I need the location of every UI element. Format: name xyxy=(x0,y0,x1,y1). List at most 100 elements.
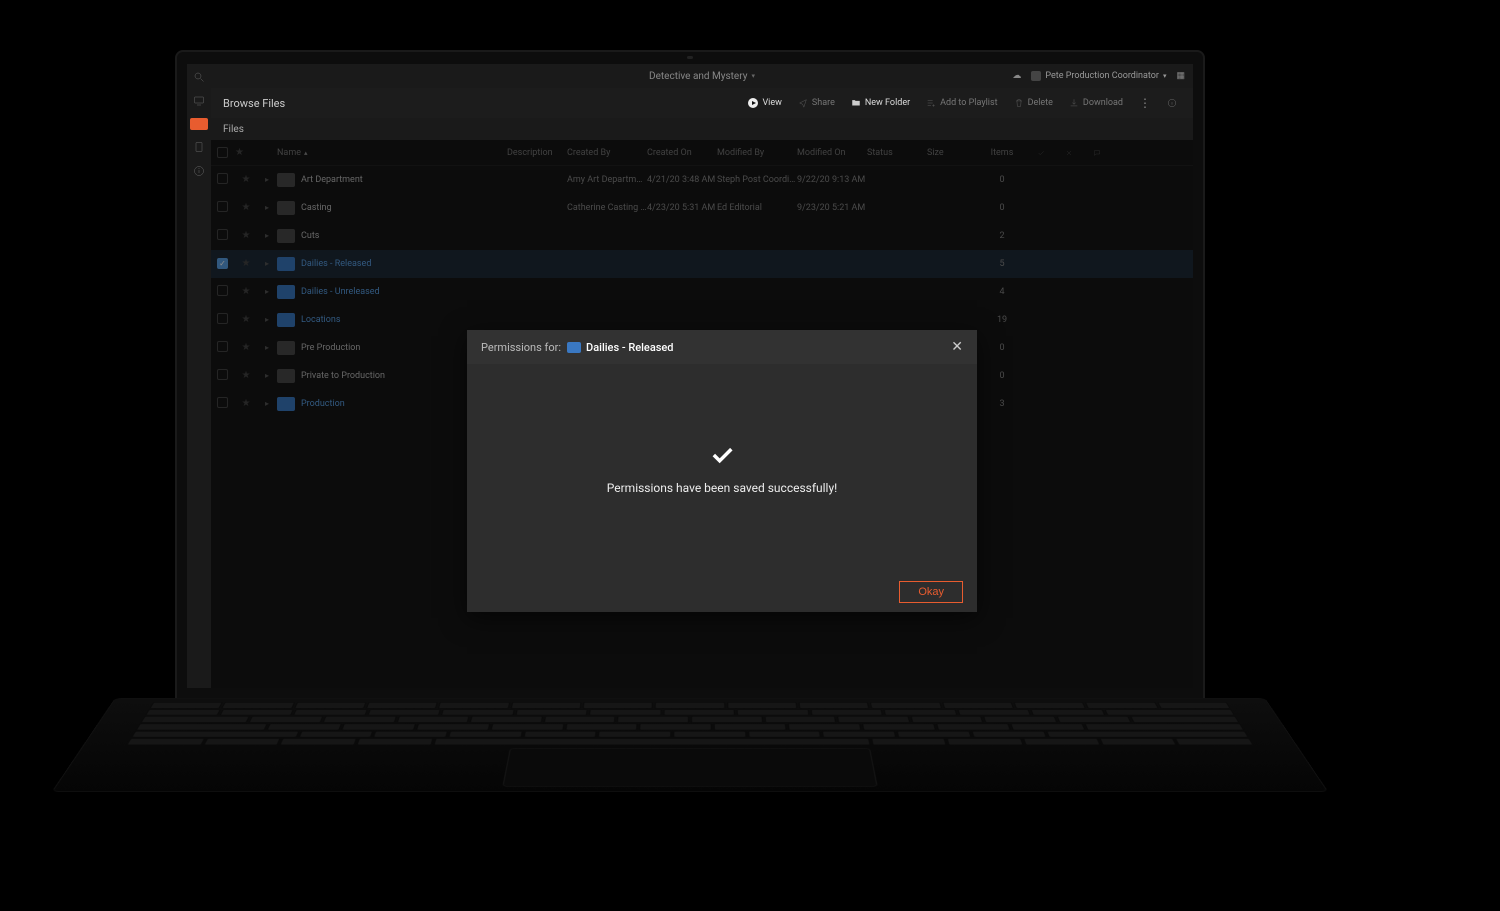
comment-column-icon[interactable] xyxy=(1083,149,1111,157)
folder-icon xyxy=(277,285,295,299)
keyboard xyxy=(126,702,1253,745)
items-cell: 0 xyxy=(977,203,1027,213)
star-icon[interactable]: ★ xyxy=(235,258,257,269)
row-checkbox[interactable] xyxy=(217,173,228,184)
check-column-icon[interactable] xyxy=(1027,149,1055,157)
select-all-checkbox[interactable] xyxy=(217,147,228,158)
share-button[interactable]: Share xyxy=(794,96,839,110)
expand-icon[interactable]: ▸ xyxy=(257,343,277,352)
star-icon[interactable]: ★ xyxy=(235,202,257,213)
folder-name: Dailies - Unreleased xyxy=(301,287,380,297)
created-by-column-header[interactable]: Created By xyxy=(567,148,647,158)
items-cell: 4 xyxy=(977,287,1027,297)
row-checkbox[interactable] xyxy=(217,313,228,324)
modified-on-cell: 9/23/20 5:21 AM xyxy=(797,203,867,213)
modal-folder-name: Dailies - Released xyxy=(567,341,673,354)
folder-name: Art Department xyxy=(301,175,363,185)
row-checkbox[interactable] xyxy=(217,258,228,269)
row-checkbox[interactable] xyxy=(217,369,228,380)
modified-by-cell: Ed Editorial xyxy=(717,203,797,213)
modified-on-column-header[interactable]: Modified On xyxy=(797,148,867,158)
folder-name-cell[interactable]: Dailies - Unreleased xyxy=(277,285,507,299)
row-checkbox[interactable] xyxy=(217,397,228,408)
breadcrumb: Files xyxy=(211,118,1193,140)
folder-name: Production xyxy=(301,399,345,409)
download-button[interactable]: Download xyxy=(1065,96,1127,110)
project-dropdown[interactable]: Detective and Mystery ▾ xyxy=(649,71,755,82)
info-panel-icon[interactable] xyxy=(1163,96,1181,110)
close-column-icon[interactable] xyxy=(1055,149,1083,157)
modified-on-cell: 9/22/20 9:13 AM xyxy=(797,175,867,185)
folder-icon xyxy=(277,397,295,411)
table-row[interactable]: ★▸Cuts2 xyxy=(211,222,1193,250)
folder-icon xyxy=(277,313,295,327)
name-column-header[interactable]: Name▴ xyxy=(277,148,507,158)
play-icon xyxy=(748,98,758,108)
row-checkbox[interactable] xyxy=(217,285,228,296)
star-icon[interactable]: ★ xyxy=(235,370,257,381)
add-to-playlist-button[interactable]: Add to Playlist xyxy=(922,96,1001,110)
expand-icon[interactable]: ▸ xyxy=(257,259,277,268)
permissions-modal: Permissions for: Dailies - Released ✕ Pe… xyxy=(467,330,977,612)
expand-icon[interactable]: ▸ xyxy=(257,287,277,296)
folder-icon xyxy=(277,201,295,215)
chevron-down-icon: ▾ xyxy=(751,72,755,80)
okay-button[interactable]: Okay xyxy=(899,581,963,603)
delete-button[interactable]: Delete xyxy=(1010,96,1057,110)
modified-by-column-header[interactable]: Modified By xyxy=(717,148,797,158)
files-rail-icon[interactable] xyxy=(190,118,208,130)
expand-icon[interactable]: ▸ xyxy=(257,175,277,184)
star-column-header[interactable]: ★ xyxy=(235,147,257,158)
user-menu[interactable]: Pete Production Coordinator ▾ xyxy=(1031,71,1166,81)
file-table: ★ Name▴ Description Created By Created O… xyxy=(211,140,1193,688)
expand-icon[interactable]: ▸ xyxy=(257,399,277,408)
star-icon[interactable]: ★ xyxy=(235,342,257,353)
star-icon[interactable]: ★ xyxy=(235,230,257,241)
breadcrumb-files[interactable]: Files xyxy=(223,124,244,135)
size-column-header[interactable]: Size xyxy=(927,148,977,158)
star-icon[interactable]: ★ xyxy=(235,174,257,185)
star-icon[interactable]: ★ xyxy=(235,314,257,325)
expand-icon[interactable]: ▸ xyxy=(257,231,277,240)
clipboard-icon[interactable] xyxy=(192,140,206,154)
row-checkbox[interactable] xyxy=(217,229,228,240)
modal-message: Permissions have been saved successfully… xyxy=(607,481,838,495)
table-row[interactable]: ★▸Art DepartmentAmy Art Department4/21/2… xyxy=(211,166,1193,194)
cloud-upload-icon[interactable]: ☁ xyxy=(1012,71,1021,81)
new-folder-button[interactable]: New Folder xyxy=(847,96,914,110)
close-icon[interactable]: ✕ xyxy=(951,339,963,355)
modal-footer: Okay xyxy=(467,572,977,612)
table-row[interactable]: ★▸Dailies - Released 5 xyxy=(211,250,1193,278)
table-row[interactable]: ★▸CastingCatherine Casting Dir...4/23/20… xyxy=(211,194,1193,222)
info-icon[interactable] xyxy=(192,164,206,178)
items-cell: 5 xyxy=(977,259,1027,269)
folder-name-cell[interactable]: Locations xyxy=(277,313,507,327)
description-column-header[interactable]: Description xyxy=(507,148,567,158)
folder-name-cell[interactable]: Casting xyxy=(277,201,507,215)
star-icon[interactable]: ★ xyxy=(235,286,257,297)
folder-name: Cuts xyxy=(301,231,319,241)
search-icon[interactable] xyxy=(192,70,206,84)
folder-icon xyxy=(277,229,295,243)
view-button[interactable]: View xyxy=(744,96,785,110)
folder-name-cell[interactable]: Dailies - Released xyxy=(277,257,507,271)
star-icon[interactable]: ★ xyxy=(235,398,257,409)
monitor-icon[interactable] xyxy=(192,94,206,108)
app-switcher-icon[interactable]: ▦ xyxy=(1176,71,1185,81)
created-on-column-header[interactable]: Created On xyxy=(647,148,717,158)
expand-icon[interactable]: ▸ xyxy=(257,315,277,324)
items-column-header[interactable]: Items xyxy=(977,148,1027,158)
folder-name-cell[interactable]: Art Department xyxy=(277,173,507,187)
folder-icon xyxy=(277,257,295,271)
created-on-cell: 4/23/20 5:31 AM xyxy=(647,203,717,213)
folder-name-cell[interactable]: Cuts xyxy=(277,229,507,243)
folder-name: Casting xyxy=(301,203,332,213)
table-row[interactable]: ★▸ Dailies - Unreleased 4 xyxy=(211,278,1193,306)
trackpad xyxy=(502,748,877,786)
expand-icon[interactable]: ▸ xyxy=(257,203,277,212)
more-icon[interactable]: ⋮ xyxy=(1135,94,1155,112)
row-checkbox[interactable] xyxy=(217,201,228,212)
row-checkbox[interactable] xyxy=(217,341,228,352)
expand-icon[interactable]: ▸ xyxy=(257,371,277,380)
status-column-header[interactable]: Status xyxy=(867,148,927,158)
